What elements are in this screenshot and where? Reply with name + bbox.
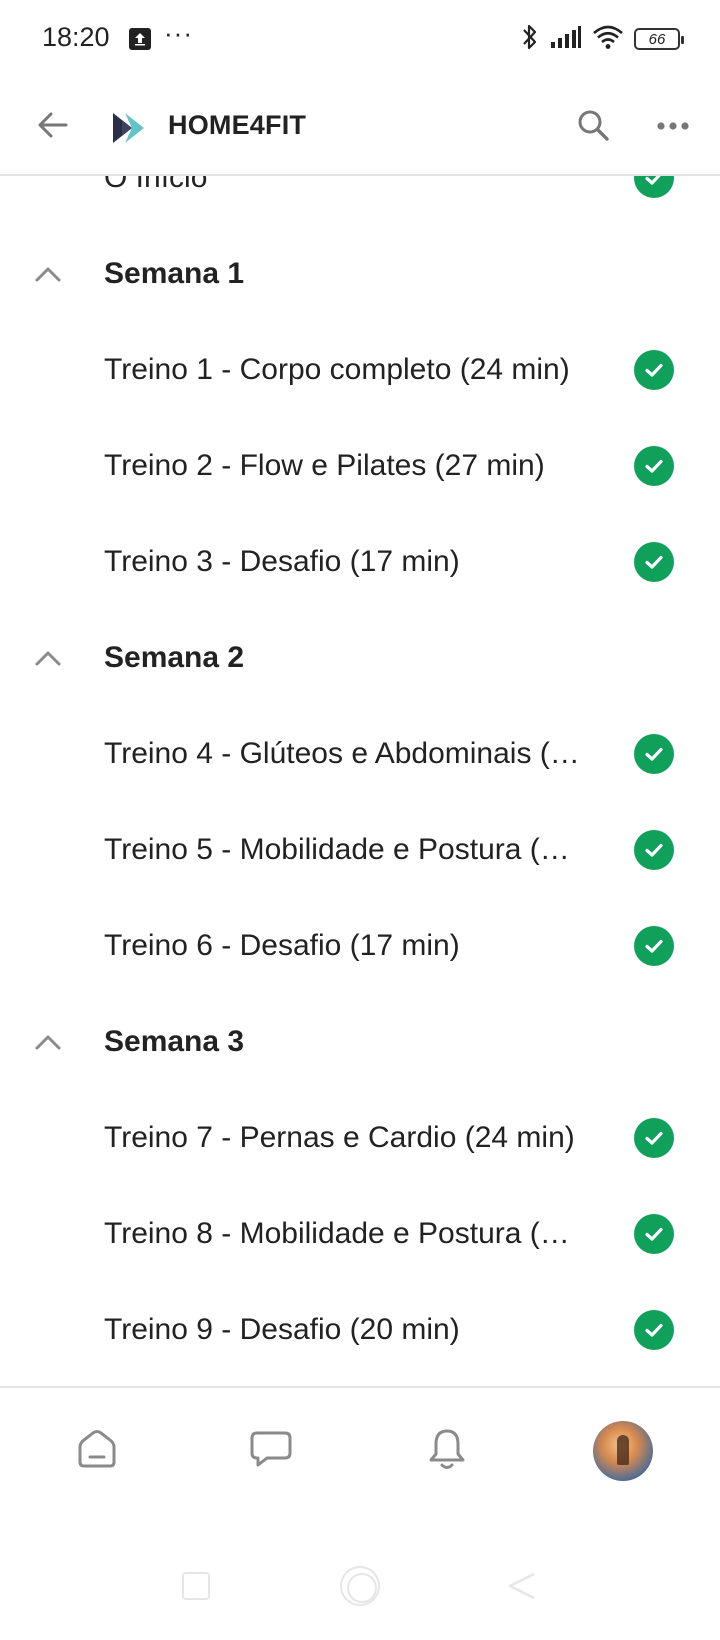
lesson-item[interactable]: Treino 4 - Glúteos e Abdominais (… <box>0 706 720 802</box>
check-circle-icon <box>634 926 674 966</box>
back-button[interactable] <box>28 102 78 152</box>
section-title: Semana 2 <box>104 641 245 674</box>
wifi-icon <box>592 24 624 55</box>
status-dots: ··· <box>164 18 193 48</box>
chevron-up-icon[interactable] <box>30 640 66 676</box>
lesson-item[interactable]: Treino 8 - Mobilidade e Postura (… <box>0 1186 720 1282</box>
nav-home-button[interactable] <box>62 1416 132 1486</box>
lesson-item[interactable]: Treino 2 - Flow e Pilates (27 min) <box>0 418 720 514</box>
bluetooth-icon <box>520 22 540 57</box>
lesson-title: Treino 3 - Desafio (17 min) <box>104 545 460 578</box>
section-header[interactable]: Semana 2 <box>0 610 720 706</box>
more-button[interactable] <box>648 102 698 152</box>
lesson-title: Treino 1 - Corpo completo (24 min) <box>104 353 570 386</box>
lesson-title: Treino 5 - Mobilidade e Postura (… <box>104 833 570 866</box>
nav-notifications-button[interactable] <box>412 1416 482 1486</box>
system-back-icon[interactable] <box>506 1570 538 1605</box>
status-icons: 66 <box>520 22 684 57</box>
system-nav <box>0 1560 720 1630</box>
lesson-title: Treino 7 - Pernas e Cardio (24 min) <box>104 1121 575 1154</box>
check-circle-icon <box>634 1214 674 1254</box>
lesson-title: O Início <box>104 176 208 194</box>
app-title: HOME4FIT <box>168 110 307 140</box>
lesson-item[interactable]: Treino 6 - Desafio (17 min) <box>0 898 720 994</box>
section-header[interactable]: Semana 1 <box>0 226 720 322</box>
section-title: Semana 1 <box>104 257 245 290</box>
lesson-item[interactable]: Treino 3 - Desafio (17 min) <box>0 514 720 610</box>
search-icon <box>575 107 611 148</box>
back-arrow-icon <box>36 108 70 147</box>
chevron-up-icon[interactable] <box>30 1024 66 1060</box>
nav-chat-button[interactable] <box>236 1416 306 1486</box>
check-circle-icon <box>634 734 674 774</box>
lesson-title: Treino 9 - Desafio (20 min) <box>104 1313 460 1346</box>
check-circle-icon <box>634 542 674 582</box>
chevron-up-icon[interactable] <box>30 256 66 292</box>
recent-apps-icon[interactable] <box>182 1572 210 1600</box>
check-circle-icon <box>634 1310 674 1350</box>
status-time: 18:20 <box>42 22 110 52</box>
lesson-item[interactable]: Treino 5 - Mobilidade e Postura (… <box>0 802 720 898</box>
bottom-nav <box>0 1386 720 1514</box>
bell-icon <box>428 1427 466 1476</box>
check-circle-icon <box>634 176 674 198</box>
chat-icon <box>249 1429 293 1474</box>
section-header[interactable]: Semana 3 <box>0 994 720 1090</box>
profile-avatar <box>593 1421 653 1481</box>
signal-icon <box>550 25 582 54</box>
nav-profile-button[interactable] <box>588 1416 658 1486</box>
lesson-list[interactable]: O Início Semana 1 Treino 1 - Corpo complet… <box>0 176 720 1388</box>
section-title: Semana 3 <box>104 1025 245 1058</box>
upload-icon <box>129 28 151 50</box>
check-circle-icon <box>634 350 674 390</box>
lesson-item[interactable]: Treino 9 - Desafio (20 min) <box>0 1282 720 1378</box>
check-circle-icon <box>634 446 674 486</box>
status-bar: 18:20 ··· 66 <box>0 0 720 80</box>
app-bar: HOME4FIT <box>0 80 720 176</box>
battery-icon: 66 <box>634 28 684 50</box>
home-circle-icon[interactable] <box>340 1566 380 1606</box>
check-circle-icon <box>634 830 674 870</box>
lesson-title: Treino 6 - Desafio (17 min) <box>104 929 460 962</box>
app-logo <box>110 108 150 148</box>
check-circle-icon <box>634 1118 674 1158</box>
more-icon <box>656 118 690 136</box>
lesson-title: Treino 8 - Mobilidade e Postura (… <box>104 1217 570 1250</box>
lesson-item[interactable]: Treino 1 - Corpo completo (24 min) <box>0 322 720 418</box>
search-button[interactable] <box>568 102 618 152</box>
lesson-title: Treino 4 - Glúteos e Abdominais (… <box>104 737 580 770</box>
lesson-item[interactable]: Treino 7 - Pernas e Cardio (24 min) <box>0 1090 720 1186</box>
home-icon <box>76 1428 118 1475</box>
lesson-list-inner: O Início Semana 1 Treino 1 - Corpo complet… <box>0 176 720 1378</box>
lesson-item[interactable]: O Início <box>0 176 720 226</box>
lesson-title: Treino 2 - Flow e Pilates (27 min) <box>104 449 545 482</box>
